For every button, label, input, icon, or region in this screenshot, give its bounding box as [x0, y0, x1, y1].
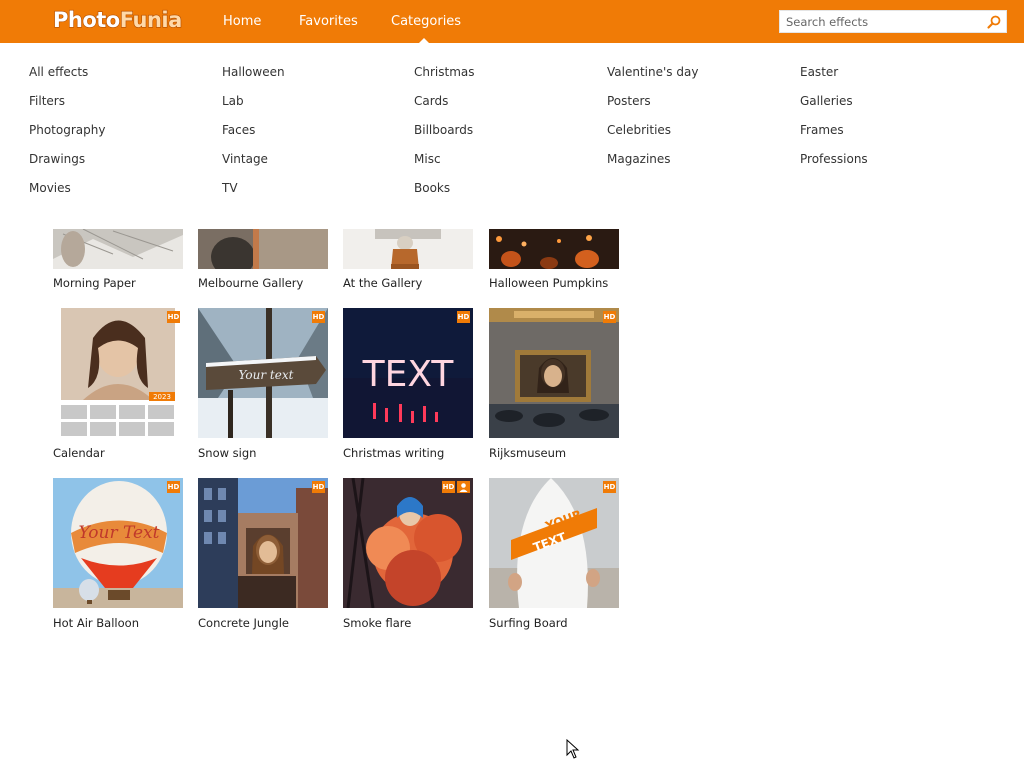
effect-thumbnail[interactable]: [53, 229, 183, 269]
effect-thumbnail[interactable]: Your text HD: [198, 308, 328, 438]
photofunia-logo[interactable]: Photo Funia: [52, 6, 183, 34]
category-column: Easter Galleries Frames Professions: [800, 65, 868, 181]
effect-card[interactable]: Halloween Pumpkins: [489, 229, 619, 290]
category-column: Halloween Lab Faces Vintage TV: [222, 65, 285, 210]
effect-thumbnail[interactable]: YOUR TEXT HD: [489, 478, 619, 608]
category-halloween[interactable]: Halloween: [222, 65, 285, 94]
mouse-cursor-icon: [566, 739, 580, 759]
search-icon[interactable]: [986, 14, 1002, 30]
hd-badge: HD: [167, 311, 180, 323]
effect-title[interactable]: Christmas writing: [343, 446, 444, 460]
effect-card[interactable]: At the Gallery: [343, 229, 473, 290]
category-lab[interactable]: Lab: [222, 94, 285, 123]
category-posters[interactable]: Posters: [607, 94, 698, 123]
category-easter[interactable]: Easter: [800, 65, 868, 94]
category-filters[interactable]: Filters: [29, 94, 105, 123]
hd-badge: HD: [603, 481, 616, 493]
effect-thumbnail[interactable]: [198, 229, 328, 269]
category-books[interactable]: Books: [414, 181, 475, 210]
effect-card[interactable]: 2023 HD Calendar: [53, 308, 183, 460]
categories-dropdown: All effects Filters Photography Drawings…: [0, 43, 1024, 215]
category-cards[interactable]: Cards: [414, 94, 475, 123]
effect-title[interactable]: Smoke flare: [343, 616, 411, 630]
effect-title[interactable]: Melbourne Gallery: [198, 276, 303, 290]
effect-title[interactable]: Rijksmuseum: [489, 446, 566, 460]
hd-badge: HD: [603, 311, 616, 323]
category-galleries[interactable]: Galleries: [800, 94, 868, 123]
christmas-writing-text: TEXT: [362, 354, 455, 395]
effect-title[interactable]: Concrete Jungle: [198, 616, 289, 630]
hd-badge: HD: [442, 481, 455, 493]
hd-badge: HD: [457, 311, 470, 323]
effect-thumbnail[interactable]: Your Text HD: [53, 478, 183, 608]
face-detect-icon: [457, 481, 470, 493]
category-valentines-day[interactable]: Valentine's day: [607, 65, 698, 94]
effect-card[interactable]: YOUR TEXT HD Surfing Board: [489, 478, 619, 630]
effect-thumbnail[interactable]: 2023 HD: [53, 308, 183, 438]
category-misc[interactable]: Misc: [414, 152, 475, 181]
hd-badge: HD: [312, 311, 325, 323]
effect-thumbnail[interactable]: HD: [343, 478, 473, 608]
effect-title[interactable]: Hot Air Balloon: [53, 616, 139, 630]
category-billboards[interactable]: Billboards: [414, 123, 475, 152]
category-vintage[interactable]: Vintage: [222, 152, 285, 181]
effect-card[interactable]: HD Rijksmuseum: [489, 308, 619, 460]
logo-text-funia: Funia: [119, 7, 183, 32]
category-celebrities[interactable]: Celebrities: [607, 123, 698, 152]
effect-title[interactable]: Calendar: [53, 446, 105, 460]
effect-card[interactable]: Melbourne Gallery: [198, 229, 328, 290]
balloon-text: Your Text: [79, 523, 160, 543]
search-input[interactable]: [780, 11, 985, 32]
effect-thumbnail[interactable]: [489, 229, 619, 269]
category-column: All effects Filters Photography Drawings…: [29, 65, 105, 210]
category-tv[interactable]: TV: [222, 181, 285, 210]
category-frames[interactable]: Frames: [800, 123, 868, 152]
hd-badge: HD: [312, 481, 325, 493]
effect-title[interactable]: Snow sign: [198, 446, 256, 460]
category-drawings[interactable]: Drawings: [29, 152, 105, 181]
effect-title[interactable]: Surfing Board: [489, 616, 568, 630]
effect-card[interactable]: Your text HD Snow sign: [198, 308, 328, 460]
category-photography[interactable]: Photography: [29, 123, 105, 152]
snow-sign-text: Your text: [239, 368, 294, 382]
category-professions[interactable]: Professions: [800, 152, 868, 181]
category-column: Valentine's day Posters Celebrities Maga…: [607, 65, 698, 181]
nav-categories[interactable]: Categories: [391, 0, 461, 43]
effect-thumbnail[interactable]: [343, 229, 473, 269]
category-all-effects[interactable]: All effects: [29, 65, 105, 94]
category-movies[interactable]: Movies: [29, 181, 105, 210]
category-column: Christmas Cards Billboards Misc Books: [414, 65, 475, 210]
hd-badge: HD: [167, 481, 180, 493]
effect-card[interactable]: Your Text HD Hot Air Balloon: [53, 478, 183, 630]
effect-thumbnail[interactable]: HD: [489, 308, 619, 438]
nav-favorites[interactable]: Favorites: [299, 0, 358, 43]
effect-thumbnail[interactable]: TEXT HD: [343, 308, 473, 438]
effect-card[interactable]: Morning Paper: [53, 229, 183, 290]
logo-text-photo: Photo: [52, 7, 120, 32]
category-magazines[interactable]: Magazines: [607, 152, 698, 181]
category-faces[interactable]: Faces: [222, 123, 285, 152]
effect-card[interactable]: HD Smoke flare: [343, 478, 473, 630]
top-bar: Photo Funia Home Favorites Categories: [0, 0, 1024, 43]
nav-home[interactable]: Home: [223, 0, 261, 43]
category-christmas[interactable]: Christmas: [414, 65, 475, 94]
effect-card[interactable]: HD Concrete Jungle: [198, 478, 328, 630]
effect-title[interactable]: Halloween Pumpkins: [489, 276, 608, 290]
effect-card[interactable]: TEXT HD Christmas writing: [343, 308, 473, 460]
calendar-year-text: 2023: [153, 393, 171, 401]
effect-title[interactable]: Morning Paper: [53, 276, 136, 290]
effect-thumbnail[interactable]: HD: [198, 478, 328, 608]
search-box: [779, 10, 1007, 33]
effect-title[interactable]: At the Gallery: [343, 276, 422, 290]
